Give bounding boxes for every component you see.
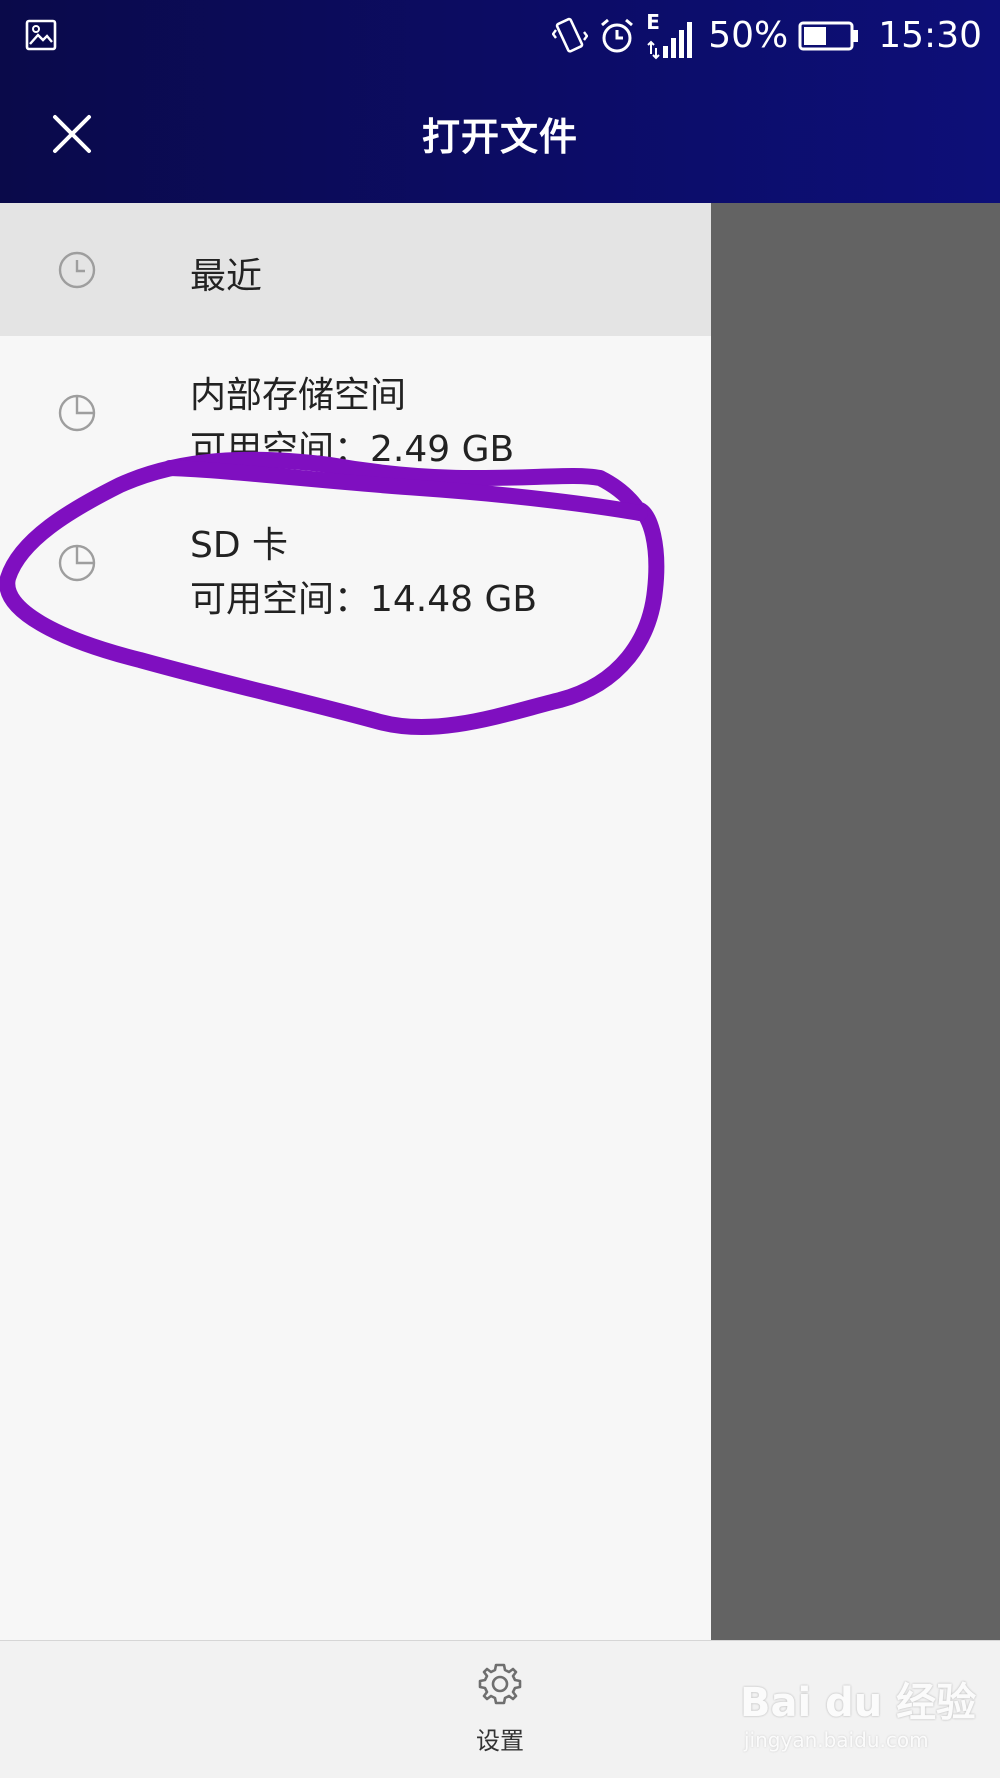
bottom-bar: 设置 — [0, 1640, 1000, 1778]
settings-label: 设置 — [476, 1727, 524, 1755]
nav-item-label: 最近 — [190, 256, 263, 297]
settings-button[interactable]: 设置 — [450, 1661, 550, 1771]
battery-icon — [798, 21, 859, 51]
nav-item-internal-storage[interactable]: 内部存储空间 可用空间：2.49 GB — [0, 336, 711, 486]
storage-pie-icon — [58, 394, 96, 432]
gallery-icon — [25, 19, 57, 51]
alarm-icon — [601, 18, 634, 53]
nav-item-recent[interactable]: 最近 — [0, 203, 711, 336]
close-button[interactable] — [40, 102, 104, 166]
close-icon — [53, 115, 91, 153]
nav-item-free-space: 可用空间：2.49 GB — [190, 429, 515, 470]
gear-icon — [478, 1663, 522, 1705]
battery-percent: 50% — [708, 15, 789, 56]
nav-item-sd-card[interactable]: SD 卡 可用空间：14.48 GB — [0, 486, 711, 636]
app-header: E 50% 15:30 打开文件 — [0, 0, 1000, 203]
title-bar: 打开文件 — [0, 72, 1000, 203]
clock-icon — [58, 251, 96, 289]
vibrate-icon — [552, 17, 589, 53]
nav-item-free-space: 可用空间：14.48 GB — [190, 579, 538, 620]
status-icons: E 50% 15:30 — [552, 10, 982, 62]
nav-item-label: SD 卡 — [190, 525, 289, 566]
status-time: 15:30 — [878, 15, 982, 56]
storage-pie-icon — [58, 544, 96, 582]
signal-icon: E — [646, 10, 698, 60]
navigation-drawer: 最近 内部存储空间 可用空间：2.49 GB SD 卡 可用空间：14.48 G… — [0, 203, 711, 1640]
status-bar: E 50% 15:30 — [0, 0, 1000, 72]
nav-item-label: 内部存储空间 — [190, 375, 407, 416]
page-title: 打开文件 — [421, 115, 578, 159]
drawer-scrim[interactable] — [711, 203, 1000, 1640]
